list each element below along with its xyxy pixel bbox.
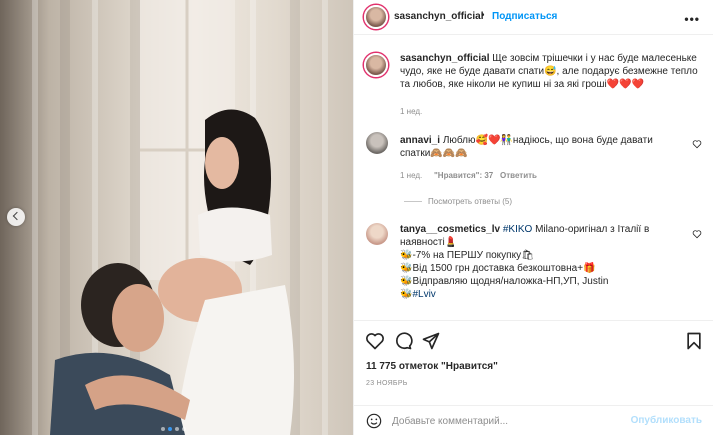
- reply-button[interactable]: Ответить: [500, 171, 537, 180]
- hashtag-link[interactable]: 🐝#Lviv: [400, 289, 436, 300]
- post-photo: [0, 0, 353, 435]
- carousel-dot-active: [168, 427, 172, 431]
- post-actions: [354, 320, 713, 360]
- carousel-dot: [182, 427, 186, 431]
- comment-text-line2: спатки🙈🙈🙈: [400, 148, 468, 159]
- commenter-avatar[interactable]: [366, 223, 388, 245]
- separator-dot: •: [481, 10, 485, 21]
- add-comment-bar: Опубликовать: [354, 405, 713, 435]
- comment-text-line3: 🐝-7% на ПЕРШУ покупку🛍: [400, 250, 534, 261]
- caption-time[interactable]: 1 нед.: [400, 107, 422, 116]
- comment-item: annavi_i Люблю🥰❤️👫надіюсь, що вона буде …: [400, 134, 690, 160]
- author-avatar[interactable]: [364, 5, 388, 29]
- replies-divider: [404, 201, 422, 202]
- follow-button[interactable]: Подписаться: [492, 11, 557, 22]
- commenter-username[interactable]: tanya__cosmetics_lv: [400, 224, 500, 235]
- like-comment-icon[interactable]: [692, 139, 702, 149]
- comment-text-line5: 🐝Відправляю щодня/наложка-НП,УП, Justin: [400, 276, 609, 287]
- previous-photo-button[interactable]: [7, 208, 25, 226]
- caption-text-line1: Ще зовсім трішечки і у нас буде малесень…: [492, 53, 697, 64]
- caption-text-line3: та любов, яке ніколи не купиш ні за які …: [400, 79, 645, 90]
- comments-list: sasanchyn_official Ще зовсім трішечки і …: [354, 35, 713, 320]
- carousel-dot: [161, 427, 165, 431]
- view-replies-button[interactable]: Посмотреть ответы (5): [404, 197, 512, 206]
- photo-figures: [50, 0, 294, 435]
- comment-item: tanya__cosmetics_lv #KIKO Milano-оригіна…: [400, 223, 690, 301]
- comment-text-line4: 🐝Від 1500 грн доставка безкоштовна+🎁: [400, 263, 596, 274]
- comment-icon[interactable]: [393, 331, 413, 351]
- comment-text-line1: Люблю🥰❤️👫надіюсь, що вона буде давати: [442, 135, 653, 146]
- like-icon[interactable]: [365, 331, 385, 351]
- author-username[interactable]: sasanchyn_official: [394, 11, 483, 22]
- comment-time[interactable]: 1 нед.: [400, 171, 422, 180]
- comment-likes[interactable]: "Нравится": 37: [434, 171, 493, 180]
- commenter-avatar[interactable]: [366, 132, 388, 154]
- share-icon[interactable]: [421, 331, 441, 351]
- post-date[interactable]: 23 НОЯБРЬ: [366, 380, 408, 387]
- carousel-dot: [175, 427, 179, 431]
- like-comment-icon[interactable]: [692, 229, 702, 239]
- caption-username[interactable]: sasanchyn_official: [400, 53, 489, 64]
- emoji-icon[interactable]: [366, 413, 382, 429]
- comment-text-line2: наявності💄: [400, 237, 458, 248]
- caption: sasanchyn_official Ще зовсім трішечки і …: [400, 52, 700, 91]
- view-replies-label: Посмотреть ответы (5): [428, 197, 513, 206]
- commenter-username[interactable]: annavi_i: [400, 135, 440, 146]
- more-options-icon[interactable]: •••: [684, 12, 700, 26]
- carousel-indicator: [161, 427, 186, 431]
- post-header: sasanchyn_official • Подписаться •••: [354, 0, 713, 35]
- caption-avatar[interactable]: [364, 53, 388, 77]
- hashtag-link[interactable]: #KIKO: [503, 224, 532, 235]
- comment-input[interactable]: [392, 413, 622, 429]
- post-details-panel: sasanchyn_official • Подписаться ••• sas…: [353, 0, 713, 435]
- save-icon[interactable]: [684, 331, 704, 351]
- comment-text-line1: Milano-оригінал з Італії в: [532, 224, 650, 235]
- likes-count[interactable]: 11 775 отметок "Нравится": [366, 361, 498, 372]
- caption-text-line2: чудо, яке не буде давати спати😅, але под…: [400, 66, 698, 77]
- publish-button[interactable]: Опубликовать: [631, 415, 702, 426]
